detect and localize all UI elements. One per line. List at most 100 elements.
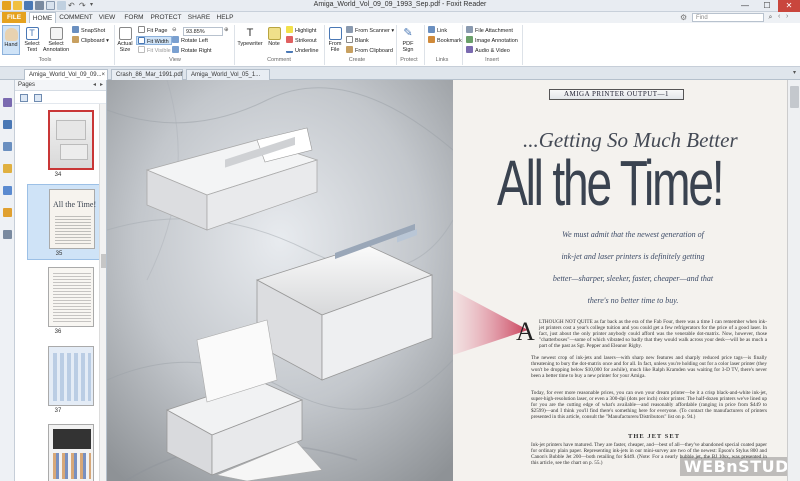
settings-gear-icon[interactable]: ⚙: [680, 13, 689, 22]
menu-bar: FILE HOME COMMENT VIEW FORM PROTECT SHAR…: [0, 12, 800, 23]
page-thumbnail-38[interactable]: [27, 420, 101, 481]
highlight-button[interactable]: Highlight: [286, 26, 316, 35]
blank-button[interactable]: Blank: [346, 36, 369, 45]
attachments-panel-icon[interactable]: [3, 186, 12, 195]
doc-tab-crash-86[interactable]: Crash_86_Mar_1991.pdf: [111, 69, 183, 80]
fit-width-button[interactable]: Fit Width: [136, 36, 172, 45]
note-button[interactable]: Note: [266, 27, 282, 55]
thumbnail-image: [48, 110, 94, 170]
clipboard-chevron-down-icon: ▾: [104, 38, 109, 44]
link-button[interactable]: Link: [428, 26, 447, 35]
strikeout-button[interactable]: Strikeout: [286, 36, 317, 45]
bookmark-button[interactable]: Bookmark: [428, 36, 462, 45]
document-scrollbar[interactable]: [787, 80, 800, 481]
ribbon-separator: [424, 25, 425, 65]
tab-home[interactable]: HOME: [29, 12, 56, 23]
select-annotation-button[interactable]: Select Annotation: [42, 27, 70, 55]
article-banner: AMIGA PRINTER OUTPUT—1: [549, 89, 684, 100]
paperclip-icon: [466, 26, 473, 33]
rotate-right-button[interactable]: Rotate Right: [172, 46, 212, 55]
find-previous-icon[interactable]: ‹: [778, 13, 780, 20]
pages-panel-icon[interactable]: [3, 98, 12, 107]
layers-panel-icon[interactable]: [3, 142, 12, 151]
printers-photo: [107, 80, 453, 481]
pages-panel-scrollbar[interactable]: [99, 104, 106, 481]
from-clipboard-icon: [346, 46, 353, 53]
clipboard-button[interactable]: Clipboard ▾: [72, 36, 109, 45]
media-icon: [466, 46, 473, 53]
signatures-panel-icon[interactable]: [3, 230, 12, 239]
protect-group-label: Protect: [400, 57, 418, 63]
actual-size-button[interactable]: Actual Size: [116, 27, 134, 55]
doc-tab-amiga-world-05[interactable]: Amiga_World_Vol_05_1...: [186, 69, 270, 80]
comments-panel-icon[interactable]: [3, 164, 12, 173]
rotate-left-icon: [172, 36, 179, 43]
comment-group-label: Comment: [267, 57, 291, 63]
file-attachment-button[interactable]: File Attachment: [466, 26, 513, 35]
fit-visible-button[interactable]: Fit Visible: [138, 46, 171, 55]
tab-comment[interactable]: COMMENT: [58, 12, 94, 23]
close-button[interactable]: ✕: [778, 0, 800, 12]
image-annotation-button[interactable]: Image Annotation: [466, 36, 518, 45]
from-scanner-chevron-down-icon: ▾: [389, 28, 395, 34]
doc-tab-amiga-world-09[interactable]: Amiga_World_Vol_09_09... ×: [24, 69, 108, 80]
panel-pin-icon[interactable]: ◂: [93, 80, 96, 91]
thumbnail-photo: [53, 429, 91, 449]
page-thumbnail-34[interactable]: 34: [27, 106, 101, 182]
rotate-left-button[interactable]: Rotate Left: [172, 36, 208, 45]
fit-page-button[interactable]: Fit Page: [138, 26, 167, 35]
tab-form[interactable]: FORM: [122, 12, 146, 23]
page-35-article: AMIGA PRINTER OUTPUT—1 ...Getting So Muc…: [453, 80, 787, 481]
tab-file[interactable]: FILE: [2, 12, 26, 23]
thumbnail-image: All the Time!: [49, 189, 96, 249]
typewriter-button[interactable]: T Typewriter: [236, 27, 264, 55]
security-lock-icon[interactable]: [3, 208, 12, 217]
article-paragraph: LTHOUGH NOT QUITE as far back as the era…: [539, 319, 767, 350]
zoom-field[interactable]: 93.85%: [183, 27, 223, 36]
find-next-icon[interactable]: ›: [786, 13, 788, 20]
fit-visible-icon: [138, 46, 145, 53]
from-file-button[interactable]: From File: [326, 27, 344, 55]
select-annotation-label: Select Annotation: [42, 41, 70, 53]
fit-width-label: Fit Width: [147, 39, 169, 45]
select-text-button[interactable]: T Select Text: [22, 27, 42, 55]
page-zoom-icon[interactable]: [34, 94, 42, 102]
zoom-out-icon[interactable]: ⊖: [172, 26, 177, 35]
window-title: Amiga_World_Vol_09_09_1993_Sep.pdf - Fox…: [313, 1, 487, 8]
page-thumbnail-37[interactable]: 37: [27, 342, 101, 418]
from-file-icon: [328, 27, 342, 40]
page-thumbnail-36[interactable]: 36: [27, 263, 101, 339]
highlight-icon: [286, 26, 293, 33]
tab-share[interactable]: SHARE: [186, 12, 212, 23]
tab-protect[interactable]: PROTECT: [150, 12, 182, 23]
pages-panel-title: Pages: [18, 82, 36, 88]
document-scroll-thumb[interactable]: [790, 86, 799, 108]
page-thumbnail-35[interactable]: All the Time! 35: [27, 184, 101, 260]
from-scanner-button[interactable]: From Scanner ▾: [346, 26, 394, 35]
hand-tool-button[interactable]: Hand: [2, 25, 20, 55]
panel-close-icon[interactable]: ▸: [100, 80, 103, 91]
link-label: Link: [437, 28, 448, 34]
find-input[interactable]: Find: [692, 13, 764, 22]
find-search-icon[interactable]: ⌕: [766, 13, 775, 22]
snapshot-button[interactable]: SnapShot: [72, 26, 105, 35]
actual-size-label: Actual Size: [117, 41, 133, 53]
underline-button[interactable]: Underline: [286, 46, 319, 55]
document-view[interactable]: AMIGA PRINTER OUTPUT—1 ...Getting So Muc…: [107, 80, 800, 481]
close-tab-icon[interactable]: ×: [101, 70, 105, 80]
page-options-icon[interactable]: [20, 94, 28, 102]
tab-help[interactable]: HELP: [215, 12, 235, 23]
tab-view[interactable]: VIEW: [96, 12, 118, 23]
pages-panel-header: Pages ◂ ▸: [15, 80, 106, 91]
audio-video-button[interactable]: Audio & Video: [466, 46, 510, 55]
pen-sign-icon: ✎: [403, 27, 413, 39]
audio-video-label: Audio & Video: [475, 48, 510, 54]
zoom-in-icon[interactable]: ⊕: [224, 26, 229, 35]
from-clipboard-button[interactable]: From Clipboard: [346, 46, 393, 55]
pdf-sign-button[interactable]: ✎ PDF Sign: [398, 27, 418, 55]
pages-scroll-thumb[interactable]: [101, 254, 106, 268]
tab-list-chevron-icon[interactable]: ▾: [793, 69, 796, 76]
maximize-button[interactable]: ☐: [756, 0, 778, 12]
bookmarks-panel-icon[interactable]: [3, 120, 12, 129]
minimize-button[interactable]: —: [734, 0, 756, 12]
